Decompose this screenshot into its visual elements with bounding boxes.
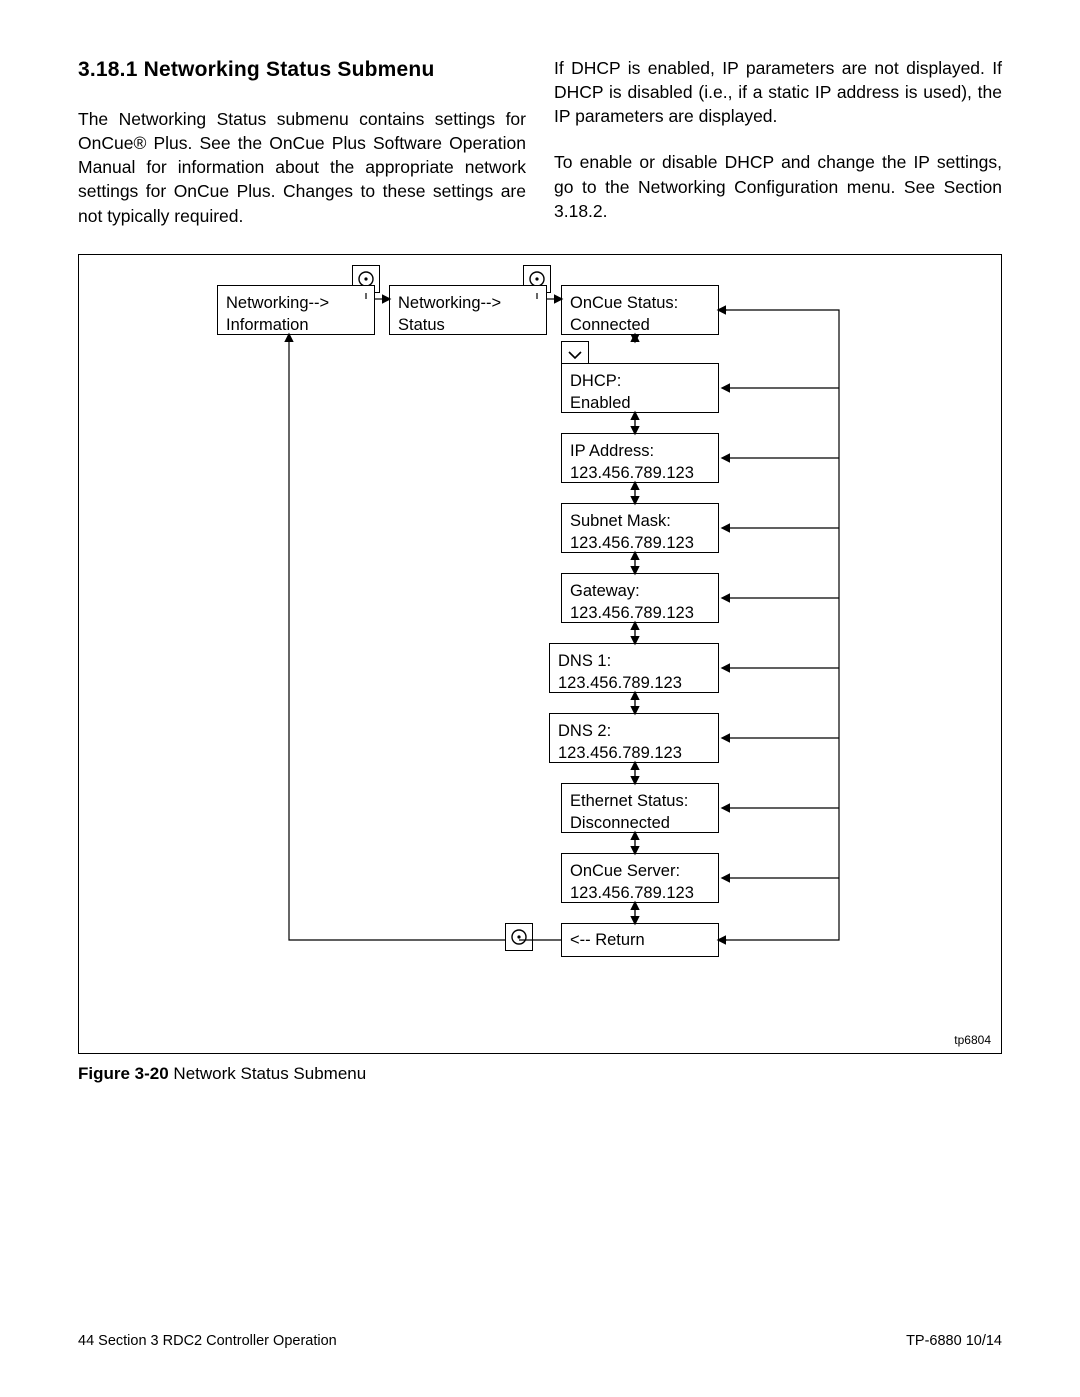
figure-source-id: tp6804 xyxy=(954,1033,991,1047)
footer-left: 44 Section 3 RDC2 Controller Operation xyxy=(78,1333,337,1349)
figure-caption: Figure 3-20 Network Status Submenu xyxy=(78,1064,1002,1084)
right-paragraph-2: To enable or disable DHCP and change the… xyxy=(554,150,1002,222)
figure-caption-text: Network Status Submenu xyxy=(169,1064,366,1083)
figure-box: Networking--> Information Networking--> … xyxy=(78,254,1002,1054)
footer-right: TP-6880 10/14 xyxy=(906,1333,1002,1349)
right-paragraph-1: If DHCP is enabled, IP parameters are no… xyxy=(554,56,1002,128)
figure-caption-label: Figure 3-20 xyxy=(78,1064,169,1083)
diagram-connectors xyxy=(79,255,999,1055)
section-heading: 3.18.1 Networking Status Submenu xyxy=(78,56,526,85)
left-paragraph: The Networking Status submenu contains s… xyxy=(78,107,526,228)
